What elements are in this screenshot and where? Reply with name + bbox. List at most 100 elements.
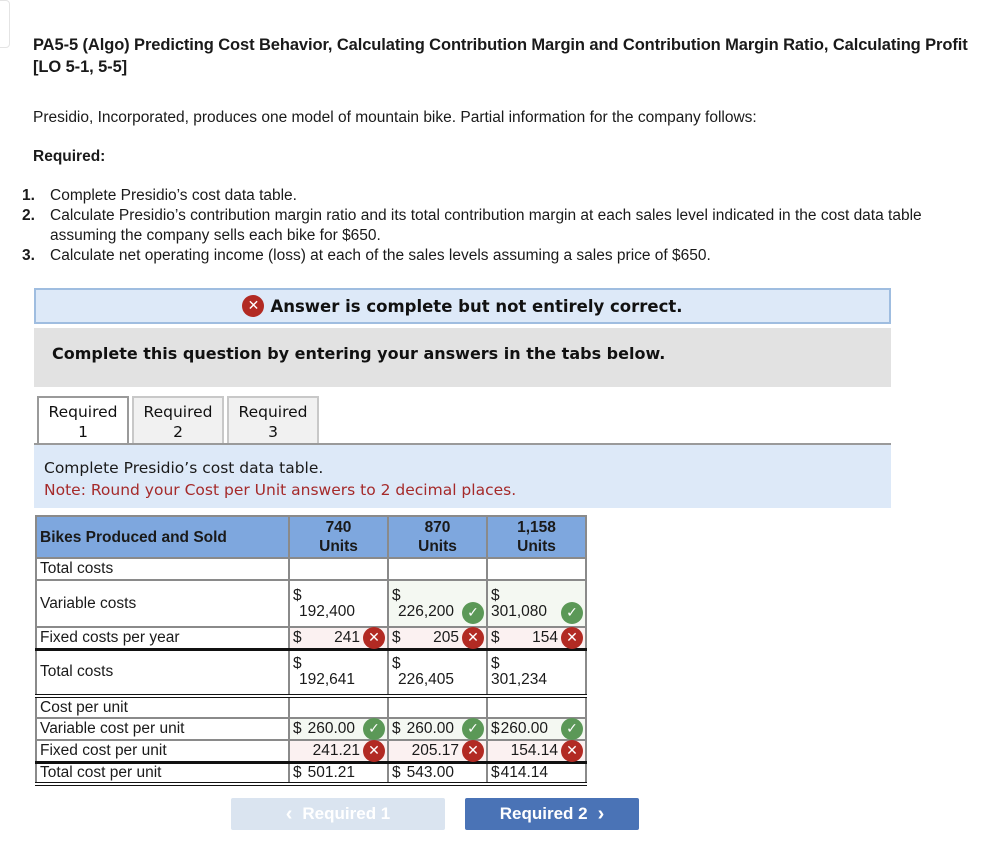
cross-icon: ✕ (561, 739, 583, 762)
total-costs-870: $226,405 (387, 647, 488, 698)
required-heading: Required: (33, 148, 106, 165)
cost-data-table: Bikes Produced and Sold 740 Units 870 Unit… (35, 515, 587, 786)
requirements-list: 1. Complete Presidio’s cost data table. 2… (22, 186, 977, 266)
currency-symbol: $ (491, 720, 500, 737)
problem-intro: Presidio, Incorporated, produces one mod… (33, 109, 757, 126)
fixed-cost-per-unit-740-input[interactable]: 241.21 ✕ (288, 739, 389, 763)
table-row-total-costs-section: Total costs (35, 557, 587, 581)
requirement-number: 2. (22, 207, 35, 224)
cell-value: 543.00 (406, 763, 455, 781)
tab-label: Required (238, 403, 308, 421)
table-row-fixed-cost-per-unit: Fixed cost per unit 241.21 ✕ 205.17 ✕ 15… (35, 739, 587, 763)
currency-symbol: $ (392, 655, 401, 673)
variable-costs-740-input[interactable]: $192,400 (288, 579, 389, 628)
check-icon: ✓ (363, 718, 385, 740)
tab-number: 3 (268, 423, 278, 441)
currency-symbol: $ (392, 628, 401, 646)
row-label: Variable cost per unit (35, 717, 290, 741)
tab-number: 1 (78, 423, 88, 441)
row-label: Cost per unit (35, 695, 290, 719)
currency-symbol: $ (293, 763, 302, 781)
empty-cell (387, 557, 488, 581)
variable-costs-870-input[interactable]: $226,200 ✓ (387, 579, 488, 628)
currency-symbol: $ (491, 763, 500, 781)
cell-value: 192,641 (299, 671, 356, 689)
currency-symbol: $ (491, 586, 500, 604)
header-qty: 740 (325, 519, 352, 536)
fixed-costs-870-input[interactable]: $205 ✕ (387, 626, 488, 650)
row-label: Total costs (35, 557, 290, 581)
fixed-costs-740-input[interactable]: $241 ✕ (288, 626, 389, 650)
table-row-total-costs: Total costs $192,641 $226,405 $301,234 (35, 647, 587, 698)
panel-prompt: Complete Presidio’s cost data table. (44, 459, 324, 477)
currency-symbol: $ (293, 720, 302, 737)
cross-icon: ✕ (462, 739, 484, 762)
header-unit: Units (319, 538, 358, 555)
result-banner: ✕ Answer is complete but not entirely co… (34, 288, 891, 324)
tab-panel-header: Complete Presidio’s cost data table. Not… (34, 445, 891, 508)
cell-value: 241.21 (312, 741, 360, 759)
cell-value: 301,234 (491, 671, 548, 689)
empty-cell (288, 557, 389, 581)
fixed-cost-per-unit-870-input[interactable]: 205.17 ✕ (387, 739, 488, 763)
variable-cost-per-unit-740-input[interactable]: $260.00 ✓ (288, 717, 389, 741)
tab-required-3[interactable]: Required 3 (227, 396, 319, 444)
cell-value: 205 (433, 628, 459, 646)
cell-value: 192,400 (299, 602, 356, 620)
total-costs-1158: $301,234 (486, 647, 587, 698)
tab-required-1[interactable]: Required 1 (37, 396, 129, 445)
cell-value: 226,405 (398, 671, 455, 689)
cross-icon: ✕ (561, 626, 583, 649)
error-x-icon: ✕ (242, 295, 265, 317)
chevron-right-icon: › (597, 802, 605, 825)
header-col-1158: 1,158 Units (486, 515, 587, 559)
tab-number: 2 (173, 423, 183, 441)
fixed-costs-1158-input[interactable]: $154 ✕ (486, 626, 587, 650)
currency-symbol: $ (392, 720, 401, 737)
requirement-item: 2. Calculate Presidio’s contribution marg… (22, 206, 977, 246)
row-label: Fixed costs per year (35, 626, 290, 650)
tab-required-2[interactable]: Required 2 (132, 396, 224, 444)
cell-value: 501.21 (307, 763, 356, 781)
table-row-fixed-costs: Fixed costs per year $241 ✕ $205 ✕ $154 … (35, 626, 587, 650)
next-required-2-button[interactable]: Required 2 › (465, 798, 639, 830)
cell-value: 241 (334, 628, 360, 646)
cell-value: 154 (532, 628, 558, 646)
cell-value: 260.00 (406, 720, 455, 737)
header-col-870: 870 Units (387, 515, 488, 559)
empty-cell (387, 695, 488, 719)
requirement-text: Complete Presidio’s cost data table. (50, 187, 297, 204)
header-col-740: 740 Units (288, 515, 389, 559)
header-qty: 1,158 (517, 519, 556, 536)
corner-card (0, 0, 10, 48)
currency-symbol: $ (491, 655, 500, 673)
tab-strip: Required 1 Required 2 Required 3 (37, 396, 319, 445)
cell-value: 260.00 (307, 720, 356, 737)
header-bikes-label: Bikes Produced and Sold (35, 515, 290, 559)
prev-button-label: Required 1 (302, 804, 391, 823)
currency-symbol: $ (392, 586, 401, 604)
tab-label: Required (48, 403, 118, 421)
header-unit: Units (517, 538, 556, 555)
fixed-cost-per-unit-1158-input[interactable]: 154.14 ✕ (486, 739, 587, 763)
cell-value: 154.14 (510, 741, 558, 759)
cell-value: 414.14 (500, 763, 549, 781)
row-label: Fixed cost per unit (35, 739, 290, 763)
check-icon: ✓ (462, 718, 484, 740)
variable-cost-per-unit-870-input[interactable]: $260.00 ✓ (387, 717, 488, 741)
chevron-left-icon: ‹ (285, 802, 293, 825)
check-icon: ✓ (561, 718, 583, 740)
requirement-item: 1. Complete Presidio’s cost data table. (22, 186, 977, 206)
check-icon: ✓ (561, 602, 583, 624)
next-button-label: Required 2 (499, 804, 588, 823)
currency-symbol: $ (293, 586, 302, 604)
row-label: Total costs (35, 647, 290, 698)
instruction-text: Complete this question by entering your … (52, 344, 666, 363)
cell-value: 205.17 (411, 741, 459, 759)
variable-cost-per-unit-1158-input[interactable]: $260.00 ✓ (486, 717, 587, 741)
currency-symbol: $ (491, 628, 500, 646)
header-qty: 870 (424, 519, 451, 536)
prev-required-1-button[interactable]: ‹ Required 1 (231, 798, 445, 830)
result-banner-text: Answer is complete but not entirely corr… (270, 296, 683, 316)
variable-costs-1158-input[interactable]: $301,080 ✓ (486, 579, 587, 628)
